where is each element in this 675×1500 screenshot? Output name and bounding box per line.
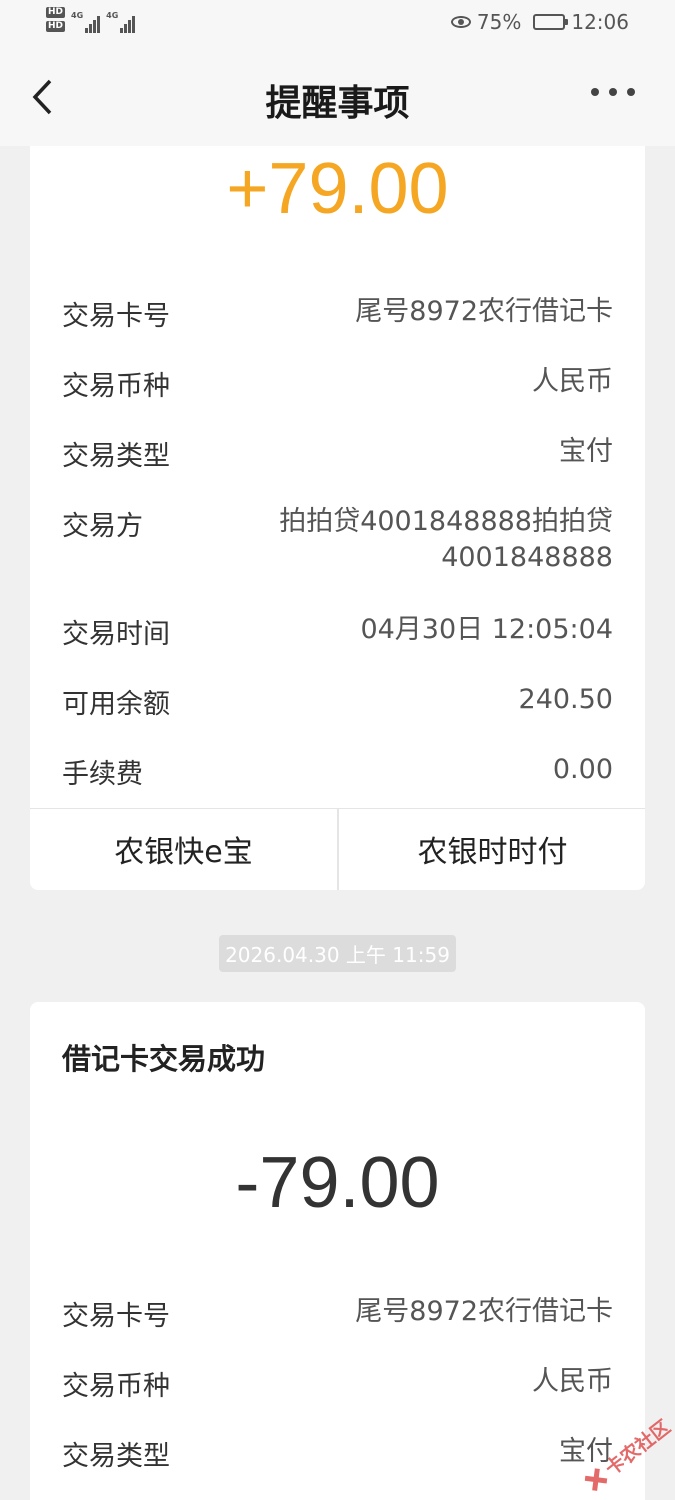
message-timestamp: 2026.04.30 上午 11:59 (219, 935, 456, 972)
status-right: 75% 12:06 (450, 10, 629, 34)
status-bar: HD HD 4G 4G 75% 12:06 (0, 0, 675, 48)
detail-label: 交易卡号 (62, 301, 170, 332)
amount: -79.00 (235, 1143, 440, 1223)
detail-value: 宝付 (559, 436, 613, 467)
detail-label: 手续费 (62, 759, 143, 790)
counterparty-line: 4001848888 (441, 542, 613, 573)
detail-label: 交易方 (62, 511, 143, 542)
counterparty-line: 拍拍贷4001848888拍拍贷 (279, 506, 613, 537)
status-left: HD HD 4G 4G (46, 7, 136, 33)
more-dots-icon[interactable] (591, 88, 635, 96)
transaction-card-income: +79.00 交易卡号 尾号8972农行借记卡 交易币种 人民币 交易类型 宝付… (30, 146, 645, 890)
detail-value: 04月30日 12:05:04 (360, 614, 613, 645)
detail-label: 交易时间 (62, 619, 170, 650)
shishi-fu-button[interactable]: 农银时时付 (339, 808, 646, 890)
detail-label: 可用余额 (62, 689, 170, 720)
detail-value: 0.00 (552, 754, 613, 785)
hd-badge: HD (46, 7, 66, 18)
detail-value: 拍拍贷4001848888拍拍贷 4001848888 (279, 504, 613, 576)
detail-value: 人民币 (532, 366, 613, 397)
eye-icon (450, 16, 471, 28)
detail-label: 交易币种 (62, 371, 170, 402)
card-title: 借记卡交易成功 (62, 1042, 266, 1076)
signal-icon: 4G (71, 11, 101, 33)
detail-value: 尾号8972农行借记卡 (355, 296, 613, 327)
page-title: 提醒事项 (265, 83, 410, 124)
battery-icon (533, 14, 569, 30)
signal-icon: 4G (106, 11, 136, 33)
detail-value: 尾号8972农行借记卡 (355, 1296, 613, 1327)
amount: +79.00 (226, 149, 449, 229)
hd-badge: HD (46, 21, 66, 32)
app-header: 提醒事项 (0, 48, 675, 146)
detail-label: 交易类型 (62, 441, 170, 472)
kuai-e-bao-button[interactable]: 农银快e宝 (30, 808, 337, 890)
detail-label: 交易卡号 (62, 1301, 170, 1332)
transaction-card-debit: 借记卡交易成功 -79.00 交易卡号 尾号8972农行借记卡 交易币种 人民币… (30, 1002, 645, 1500)
detail-value: 人民币 (532, 1366, 613, 1397)
clock: 12:06 (571, 10, 629, 34)
detail-label: 交易币种 (62, 1371, 170, 1402)
battery-percent: 75% (476, 10, 522, 34)
network-label: 4G (106, 11, 119, 20)
detail-label: 交易类型 (62, 1441, 170, 1472)
network-label: 4G (71, 11, 84, 20)
detail-value: 240.50 (518, 684, 613, 715)
